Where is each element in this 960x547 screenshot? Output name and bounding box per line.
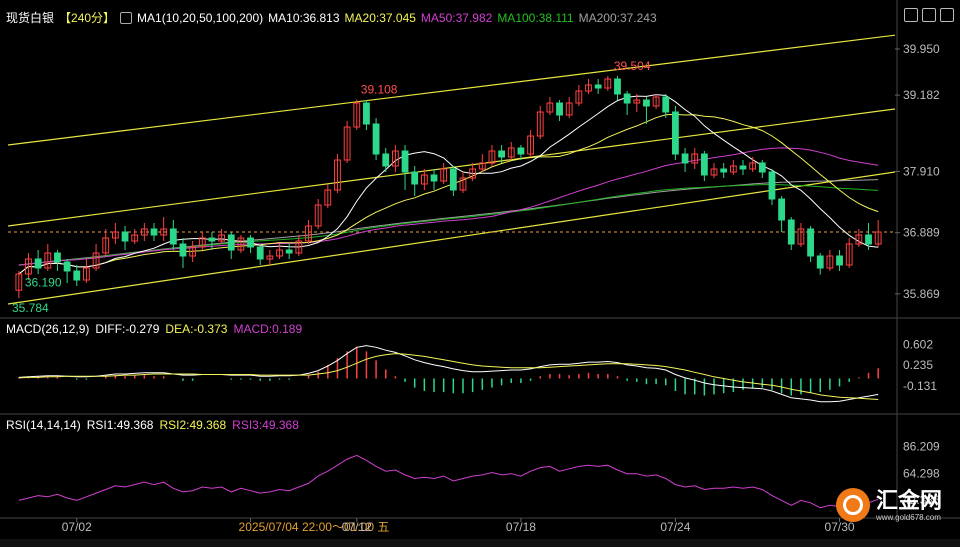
candle-body[interactable] [121,231,129,242]
ma200-readout: MA200:37.243 [578,10,657,25]
candle-body[interactable] [256,246,264,260]
start-low-label: 35.784 [12,301,49,315]
trend-channel-line [7,34,896,146]
price-axis-label: 39.950 [903,42,940,56]
trend-channel-line [7,171,896,305]
gold678-logo: 汇金网 www.gold678.com [836,488,942,522]
candle-body[interactable] [73,270,81,281]
rsi-header: RSI(14,14,14) RSI1:49.368 RSI2:49.368 RS… [6,418,299,432]
rsi1-readout: RSI1:49.368 [86,418,154,432]
candle-body[interactable] [179,243,187,257]
zoom-in-icon[interactable] [904,8,918,22]
candle-body[interactable] [363,102,370,125]
peak-price-label: 39.108 [361,82,398,96]
logo-mark-icon [836,488,870,522]
instrument-title[interactable]: 现货白银 [6,9,54,26]
high-price-label: 39.504 [614,59,651,73]
candle-body[interactable] [34,258,42,269]
rsi2-readout: RSI2:49.368 [159,418,227,432]
period-label[interactable]: 【240分】 [59,9,115,26]
macd-dea-line [18,353,879,400]
rsi-line [18,454,879,509]
close-icon[interactable] [940,8,954,22]
ma200-line [18,179,879,266]
candle-body[interactable] [54,252,61,263]
ma100-line [18,183,879,266]
candle-body[interactable] [556,102,563,116]
candle-body[interactable] [63,261,71,272]
candle-body[interactable] [614,78,621,95]
candle-body[interactable] [623,93,631,104]
price-axis-label: 35.869 [903,287,940,301]
candle-body[interactable] [208,237,216,242]
macd-diff-line [18,345,879,403]
time-axis-label: 07/24 [660,520,690,534]
low-price-label: 36.190 [25,276,62,290]
candle-body[interactable] [787,219,795,245]
macd-header: MACD(26,12,9) DIFF:-0.279 DEA:-0.373 MAC… [6,322,302,336]
candle-body[interactable] [430,174,438,182]
rsi-axis-label: 64.298 [903,466,940,480]
logo-name: 汇金网 [876,487,943,513]
candle-body[interactable] [836,255,843,266]
candle-body[interactable] [498,150,506,158]
macd-dea-readout: DEA:-0.373 [165,322,228,336]
candle-body[interactable] [517,147,525,155]
candle-body[interactable] [227,234,235,251]
candle-body[interactable] [285,249,293,254]
time-axis-label: 07/18 [506,520,536,534]
kline-chart[interactable]: 39.950 39.182 37.910 36.889 35.869 39.504 39.1… [0,0,960,547]
price-axis-label: 36.889 [903,226,940,240]
candle-body[interactable] [758,162,766,173]
macd-diff-readout: DIFF:-0.279 [95,322,160,336]
ma20-readout: MA20:37.045 [344,10,416,25]
macd-axis-label: 0.235 [903,358,933,372]
candle-body[interactable] [778,198,786,221]
candle-body[interactable] [594,84,602,89]
candle-body[interactable] [411,171,419,185]
macd-label[interactable]: MACD(26,12,9) [6,322,89,336]
candle-body[interactable] [865,234,872,245]
indicator-tab-bar[interactable] [0,539,960,547]
candle-body[interactable] [372,123,380,155]
chart-header: 现货白银 【240分】 MA1(10,20,50,100,200) MA10:3… [6,9,657,26]
candle-body[interactable] [662,96,670,113]
ma100-readout: MA100:38.111 [497,10,574,25]
macd-axis-label: -0.131 [903,379,937,393]
time-axis-label: 07/30 [825,520,855,534]
rsi-label[interactable]: RSI(14,14,14) [6,418,81,432]
candle-body[interactable] [169,228,177,245]
time-axis-label: 07/12 [342,520,372,534]
candle-body[interactable] [401,150,409,173]
candle-body[interactable] [768,171,776,200]
ma10-readout: MA10:36.813 [268,10,340,25]
candle-body[interactable] [449,168,457,191]
price-axis-label: 39.182 [903,88,940,102]
candle-body[interactable] [672,111,679,155]
macd-value-readout: MACD:0.189 [233,322,303,336]
candle-body[interactable] [807,228,814,257]
candle-body[interactable] [816,255,824,269]
candle-body[interactable] [681,153,689,164]
rsi-axis-label: 86.209 [903,440,940,454]
logo-url: www.gold678.com [876,512,941,522]
macd-axis-label: 0.602 [903,337,933,351]
candle-body[interactable] [739,165,747,170]
candle-body[interactable] [720,168,728,173]
candle-body[interactable] [700,153,708,176]
rsi3-readout: RSI3:49.368 [232,418,299,432]
time-axis-label: 07/02 [62,520,92,534]
ma-settings-label[interactable]: MA1(10,20,50,100,200) [137,11,263,25]
zoom-out-icon[interactable] [922,8,936,22]
candle-body[interactable] [643,99,650,107]
price-axis-label: 37.910 [903,164,940,178]
candle-body[interactable] [150,228,158,236]
settings-gear-icon[interactable] [120,11,133,24]
candle-body[interactable] [247,237,254,248]
candle-body[interactable] [382,153,390,167]
ma50-readout: MA50:37.982 [420,10,493,25]
window-controls [904,8,954,22]
